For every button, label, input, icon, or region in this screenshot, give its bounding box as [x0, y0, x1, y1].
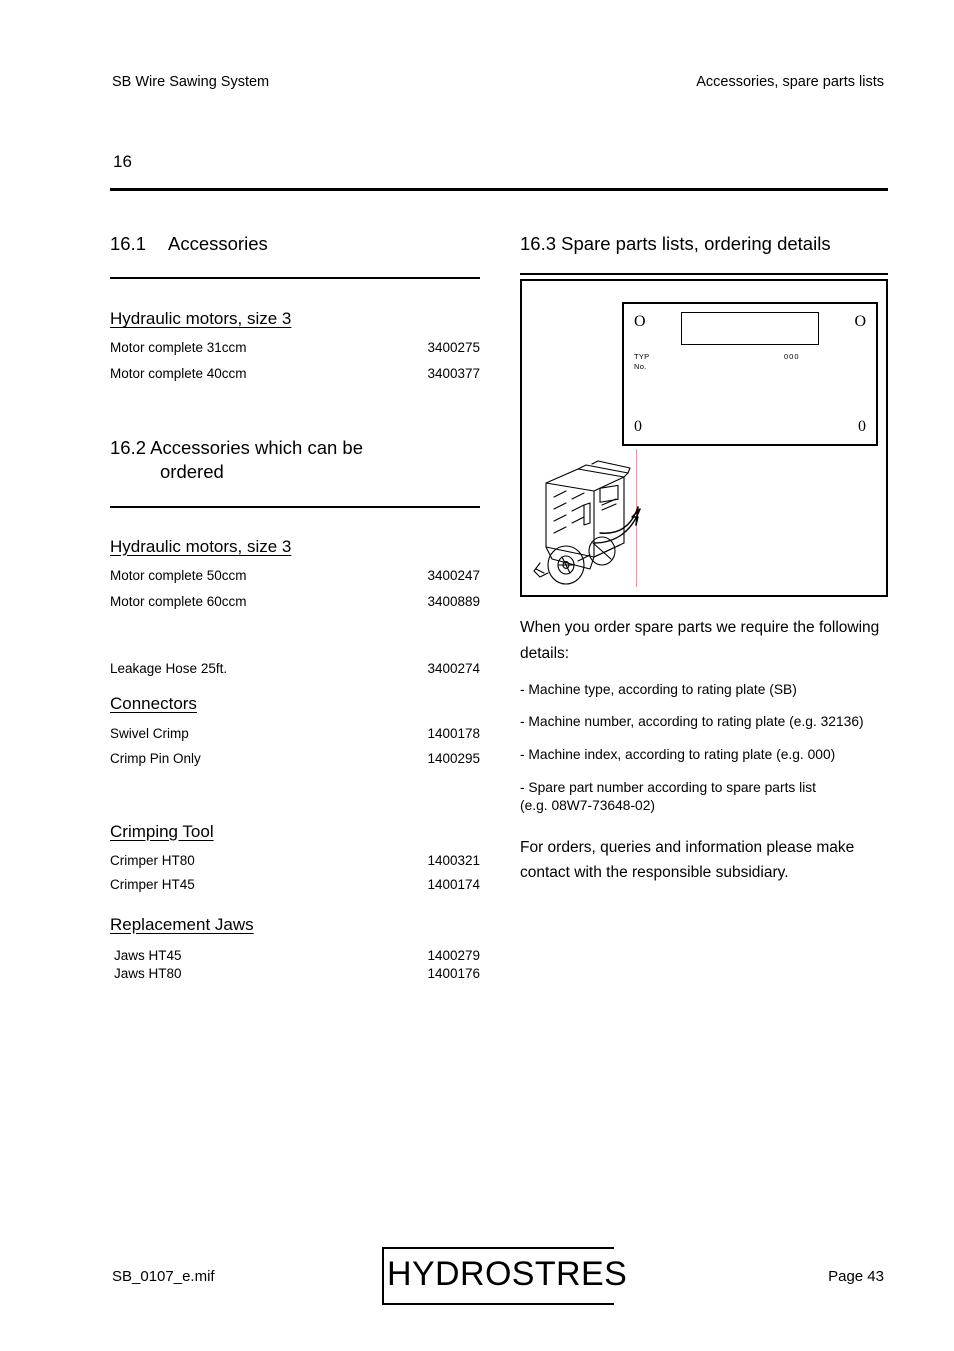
part-number: 1400295 [427, 751, 480, 767]
part-number: 3400275 [427, 340, 480, 356]
ordering-closing-text: For orders, queries and information plea… [520, 838, 855, 881]
section-title-16-3: Spare parts lists, ordering details [561, 233, 831, 254]
footer-file-name: SB_0107_e.mif [112, 1268, 215, 1285]
chapter-divider [110, 188, 888, 191]
left-column: 16.1 Accessories Hydraulic motors, size 3… [110, 232, 480, 982]
part-name: Crimp Pin Only [110, 751, 201, 767]
header-left-title: SB Wire Sawing System [112, 74, 270, 90]
rating-plate-figure: O O 0 0 TYP No. 000 [520, 279, 888, 598]
ordering-bullet: - Machine number, according to rating pl… [520, 714, 864, 730]
part-number: 3400274 [427, 660, 480, 676]
part-number: 3400377 [427, 365, 480, 381]
plate-label-typ-text: TYP [634, 352, 650, 362]
plate-logo-field [681, 312, 819, 346]
part-number: 1400279 [427, 947, 480, 963]
part-row: Motor complete 60ccm 3400889 [110, 594, 480, 610]
part-name: Motor complete 60ccm [110, 593, 247, 609]
part-row: Motor complete 50ccm 3400247 [110, 568, 480, 584]
chapter-number: 16 [113, 152, 132, 171]
document-page: SB Wire Sawing System Accessories, spare… [0, 0, 954, 1351]
part-name: Swivel Crimp [110, 726, 189, 742]
part-row: Crimper HT45 1400174 [110, 877, 480, 893]
section-number-16-1: 16.1 [110, 233, 147, 254]
part-name: Motor complete 50ccm [110, 567, 247, 583]
hydrostres-logo: HYDROSTRES [382, 1247, 627, 1305]
part-number: 1400174 [427, 876, 480, 892]
group-heading-hydraulic-motors-1: Hydraulic motors, size 3 [110, 309, 292, 329]
plate-hole-bottom-left-icon: 0 [634, 418, 642, 436]
part-name: Crimper HT45 [110, 876, 195, 892]
ordering-bullet: - Machine type, according to rating plat… [520, 681, 797, 697]
footer-page-number: Page 43 [828, 1268, 884, 1285]
part-row: Swivel Crimp 1400178 [110, 726, 480, 742]
part-number: 1400178 [427, 726, 480, 742]
ordering-bullet: - Machine index, according to rating pla… [520, 746, 836, 762]
group-heading-replacement-jaws: Replacement Jaws [110, 914, 254, 934]
header-right-title: Accessories, spare parts lists [696, 74, 884, 90]
part-number: 3400889 [427, 593, 480, 609]
part-row: Leakage Hose 25ft. 3400274 [110, 661, 480, 677]
part-row: Jaws HT45 1400279 [110, 948, 480, 964]
hydrostres-logo-text: HYDROSTRES [387, 1255, 628, 1293]
group-heading-crimping-tool: Crimping Tool [110, 821, 214, 841]
hydraulic-power-pack-illustration [533, 460, 641, 585]
plate-label-index: 000 [784, 352, 800, 362]
section-number-16-2: 16.2 [110, 436, 147, 458]
part-number: 1400176 [427, 966, 480, 982]
section-title-16-2-line1: Accessories which can be [150, 436, 363, 458]
plate-hole-bottom-right-icon: 0 [858, 418, 866, 436]
ordering-bullet: - Spare part number according to spare p… [520, 779, 817, 814]
section-number-16-3: 16.3 [520, 233, 557, 254]
part-row: Crimper HT80 1400321 [110, 853, 480, 869]
part-name: Crimper HT80 [110, 852, 195, 868]
plate-hole-top-right-icon: O [854, 313, 866, 331]
part-row: Crimp Pin Only 1400295 [110, 751, 480, 767]
part-name: Leakage Hose 25ft. [110, 660, 228, 676]
part-row: Motor complete 31ccm 3400275 [110, 340, 480, 356]
section-title-16-1: Accessories [168, 233, 268, 254]
page-footer: SB_0107_e.mif HYDROSTRES Page 43 [112, 1247, 884, 1305]
section-divider-16-3 [520, 273, 888, 276]
plate-hole-top-left-icon: O [634, 313, 646, 331]
section-heading-16-1: 16.1 Accessories [110, 232, 480, 256]
section-heading-16-2: 16.2 Accessories which can be ordered [110, 436, 480, 485]
running-header: SB Wire Sawing System Accessories, spare… [112, 74, 884, 90]
part-number: 3400247 [427, 567, 480, 583]
part-name: Motor complete 31ccm [110, 340, 247, 356]
group-heading-connectors: Connectors [110, 694, 197, 714]
group-heading-hydraulic-motors-2: Hydraulic motors, size 3 [110, 536, 292, 556]
plate-label-type: TYP No. [634, 352, 650, 370]
section-title-16-2-line2: ordered [160, 461, 224, 483]
part-row: Motor complete 40ccm 3400377 [110, 366, 480, 382]
rating-plate: O O 0 0 TYP No. 000 [622, 302, 878, 447]
section-heading-16-3: 16.3 Spare parts lists, ordering details [520, 232, 888, 256]
part-row: Jaws HT80 1400176 [110, 966, 480, 982]
part-number: 1400321 [427, 852, 480, 868]
part-name: Jaws HT80 [114, 966, 182, 982]
right-column: 16.3 Spare parts lists, ordering details… [520, 232, 888, 885]
part-name: Jaws HT45 [114, 947, 182, 963]
ordering-intro-text: When you order spare parts we require th… [520, 619, 880, 662]
plate-label-no-text: No. [634, 361, 647, 371]
part-name: Motor complete 40ccm [110, 365, 247, 381]
